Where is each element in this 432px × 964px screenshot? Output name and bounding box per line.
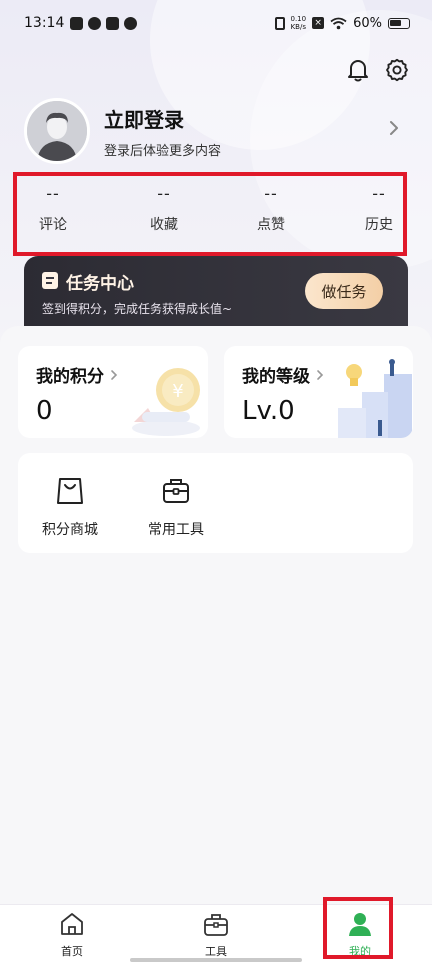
- nav-label: 首页: [61, 945, 83, 958]
- stats-highlight-box: [13, 172, 407, 256]
- task-center-banner[interactable]: 任务中心 签到得积分，完成任务获得成长值~ 做任务: [24, 256, 408, 328]
- nav-home[interactable]: 首页: [37, 911, 107, 959]
- notification-bell-icon[interactable]: [345, 57, 371, 83]
- toolbox-icon: [163, 479, 189, 503]
- points-card-title-row: 我的积分: [36, 362, 118, 387]
- level-card-title: 我的等级: [242, 367, 310, 387]
- chevron-right-icon: [317, 369, 324, 380]
- status-bar: 13:14 0.10 KB/s × 60%: [0, 0, 432, 50]
- settings-gear-icon[interactable]: [384, 57, 410, 83]
- chevron-right-icon[interactable]: [386, 118, 402, 138]
- level-card-title-row: 我的等级: [242, 362, 324, 387]
- points-card[interactable]: 我的积分 0 ¥: [18, 346, 208, 438]
- coin-symbol: ¥: [172, 381, 183, 402]
- tools-card: 积分商城 常用工具: [18, 453, 413, 553]
- level-card[interactable]: 我的等级 Lv.0: [224, 346, 413, 438]
- nav-mine-highlight-box: [323, 897, 393, 959]
- message-notification-icon: [124, 17, 137, 30]
- battery-icon: [388, 17, 410, 29]
- points-card-title: 我的积分: [36, 367, 104, 387]
- app-notification-icon: [88, 17, 101, 30]
- level-value: Lv.0: [242, 396, 295, 426]
- wifi-icon: [330, 17, 347, 29]
- chevron-right-icon: [111, 369, 118, 380]
- login-subtitle: 登录后体验更多内容: [104, 144, 222, 159]
- points-value: 0: [36, 396, 53, 426]
- tool-common-tools[interactable]: 常用工具: [136, 475, 216, 539]
- tiktok-icon: [70, 17, 83, 30]
- toolbox-icon: [204, 914, 228, 936]
- battery-percent: 60%: [353, 15, 382, 31]
- status-notification-icons: [70, 17, 137, 30]
- tool-label: 积分商城: [42, 522, 98, 538]
- stairs-illustration-icon: [338, 359, 412, 438]
- status-system-icons: 0.10 KB/s × 60%: [274, 15, 410, 31]
- login-title[interactable]: 立即登录: [104, 104, 184, 133]
- status-time: 13:14: [24, 15, 65, 31]
- default-avatar-icon: [27, 101, 87, 161]
- network-speed-value: 0.10: [290, 15, 307, 23]
- no-sim-icon: ×: [312, 17, 325, 29]
- task-center-title: 任务中心: [66, 274, 134, 294]
- do-task-button[interactable]: 做任务: [305, 273, 383, 309]
- task-center-subtitle: 签到得积分，完成任务获得成长值~: [42, 302, 233, 316]
- nav-label: 工具: [205, 945, 227, 958]
- home-icon: [61, 913, 83, 935]
- home-indicator[interactable]: [130, 958, 302, 962]
- avatar[interactable]: [24, 98, 90, 164]
- tool-points-mall[interactable]: 积分商城: [30, 475, 110, 539]
- task-list-icon: [42, 272, 58, 289]
- shopping-bag-icon: [57, 478, 83, 504]
- nav-tools[interactable]: 工具: [181, 911, 251, 959]
- calendar-notification-icon: [106, 17, 119, 30]
- tool-label: 常用工具: [148, 522, 204, 538]
- network-speed-unit: KB/s: [290, 23, 306, 31]
- network-speed: 0.10 KB/s: [291, 15, 307, 31]
- coin-illustration-icon: ¥: [132, 368, 200, 436]
- vibrate-icon: [274, 16, 285, 30]
